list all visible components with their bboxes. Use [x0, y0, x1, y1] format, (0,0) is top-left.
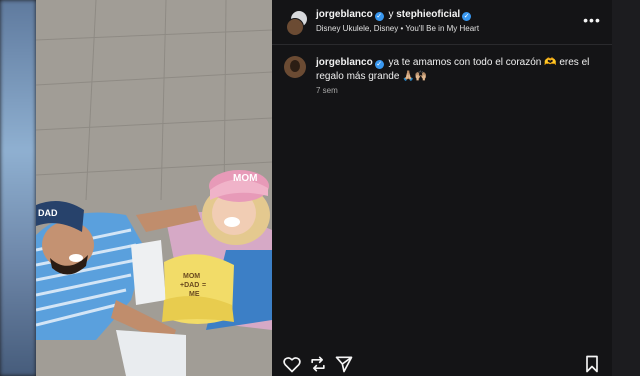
- bookmark-icon[interactable]: [582, 354, 602, 374]
- post-photo: MOM DAD MOM +DAD = ME: [36, 0, 272, 376]
- heart-icon[interactable]: [282, 354, 302, 374]
- collaborator-username[interactable]: stephieoficial: [396, 9, 460, 20]
- more-options-icon[interactable]: •••: [582, 12, 602, 28]
- cap-center-line1: MOM: [183, 273, 200, 280]
- cap-center-line2: +DAD: [180, 282, 199, 289]
- comment-timestamp[interactable]: 7 sem: [316, 86, 338, 95]
- verified-badge-icon: ✓: [462, 12, 472, 21]
- comment-body: jorgeblanco ✓ ya te amamos con todo el co…: [316, 56, 600, 84]
- share-icon[interactable]: [334, 354, 354, 374]
- right-margin: [612, 0, 640, 376]
- header-divider: [272, 44, 612, 45]
- blurred-background-left: [0, 0, 36, 376]
- comment-avatar[interactable]: [284, 56, 306, 78]
- action-bar: [272, 348, 612, 376]
- post-detail-panel: jorgeblanco ✓ y stephieoficial ✓ Disney Uk…: [272, 0, 612, 376]
- collab-avatars[interactable]: [286, 10, 310, 36]
- comment-author[interactable]: jorgeblanco: [316, 57, 373, 68]
- cap-center-line3: =: [202, 282, 206, 289]
- avatar-author[interactable]: [286, 18, 304, 36]
- header-connector: y: [388, 9, 394, 20]
- header-text: jorgeblanco ✓ y stephieoficial ✓ Disney Uk…: [316, 8, 566, 35]
- repost-icon[interactable]: [308, 354, 328, 374]
- verified-badge-icon: ✓: [374, 12, 384, 21]
- cap-center-line4: ME: [189, 291, 200, 298]
- verified-badge-icon: ✓: [374, 60, 384, 69]
- author-username[interactable]: jorgeblanco: [316, 9, 373, 20]
- cap-mom-text: MOM: [233, 173, 257, 184]
- post-header: jorgeblanco ✓ y stephieoficial ✓ Disney Uk…: [272, 0, 612, 44]
- cap-dad-text: DAD: [38, 208, 58, 218]
- header-usernames: jorgeblanco ✓ y stephieoficial ✓: [316, 8, 566, 21]
- audio-attribution[interactable]: Disney Ukulele, Disney • You'll Be in My…: [316, 23, 566, 35]
